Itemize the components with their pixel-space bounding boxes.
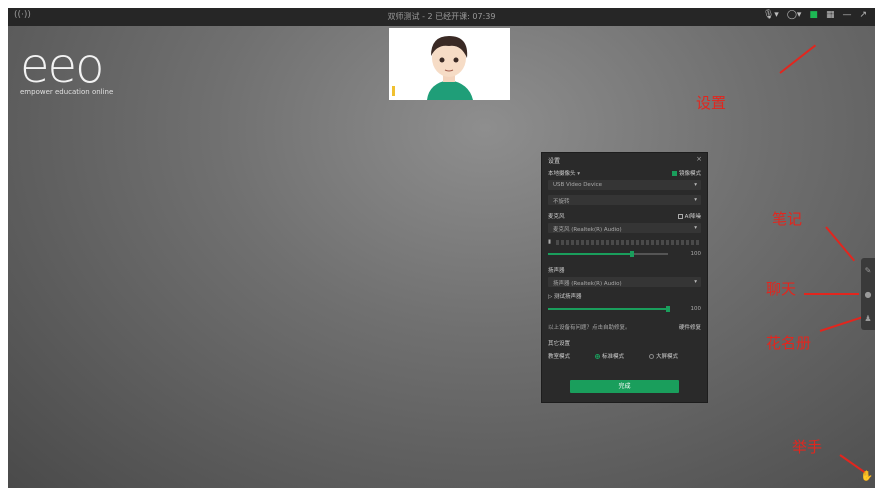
mirror-checkbox[interactable]: 镜像模式 <box>671 169 701 177</box>
mic-volume-value: 100 <box>690 251 702 257</box>
camera-device-select[interactable]: USB Video Device ▾ <box>548 180 701 190</box>
slider-fill <box>548 253 632 255</box>
slider-knob[interactable] <box>666 306 670 312</box>
teacher-video[interactable] <box>389 28 510 100</box>
speaker-device-value: 扬声器 (Realtek(R) Audio) <box>553 281 622 287</box>
done-button[interactable]: 完成 <box>570 380 679 393</box>
ai-denoise-checkbox[interactable]: AI降噪 <box>677 212 701 220</box>
logo-tagline: empower education online <box>20 88 114 96</box>
side-toolbar: ✎ ● ♟ <box>861 258 875 330</box>
radio-unselected-icon <box>649 354 654 359</box>
classroom-mode-label: 教室模式 <box>548 354 571 360</box>
annotation-arrow <box>825 226 856 262</box>
headset-icon[interactable]: ◯▾ <box>787 10 802 20</box>
standard-mode-label: 标准模式 <box>602 354 625 360</box>
camera-icon[interactable]: ■ <box>809 10 818 20</box>
class-title: 双师测试 - 2 已经开课: 07:39 <box>387 12 496 21</box>
camera-label: 本地摄像头 <box>548 171 576 177</box>
unchecked-icon <box>677 214 683 219</box>
big-screen-mode-radio[interactable]: 大屏模式 <box>649 352 678 360</box>
annotation-arrow <box>804 293 859 295</box>
annotation-chat: 聊天 <box>766 280 797 298</box>
hardware-repair-link[interactable]: 硬件修复 <box>679 323 701 331</box>
mirror-label: 镜像模式 <box>678 171 701 177</box>
chevron-down-icon: ▾ <box>694 197 697 203</box>
logo-mark: eeo <box>20 38 104 94</box>
chat-icon[interactable]: ● <box>865 290 872 299</box>
mic-icon[interactable]: 🎙▾ <box>763 10 779 20</box>
standard-mode-radio[interactable]: 标准模式 <box>595 352 624 360</box>
mic-label: 麦克风 <box>548 214 565 220</box>
expand-icon[interactable]: ↗ <box>859 10 867 20</box>
speaker-test-label: 测试扬声器 <box>553 294 582 300</box>
big-screen-mode-label: 大屏模式 <box>656 354 679 360</box>
annotation-arrow <box>779 44 817 74</box>
camera-device-value: USB Video Device <box>553 182 603 188</box>
annotation-raise-hand: 举手 <box>792 438 823 456</box>
roster-icon[interactable]: ♟ <box>864 314 871 323</box>
annotation-arrow <box>819 316 864 332</box>
settings-dialog: 设置 × 本地摄像头 ▾ 镜像模式 USB Video Device ▾ 不旋转 ▾… <box>541 152 708 403</box>
chevron-down-icon: ▾ <box>694 182 697 188</box>
chevron-down-icon: ▾ <box>694 279 697 285</box>
other-settings-label: 其它设置 <box>548 341 571 347</box>
camera-rotation-select[interactable]: 不旋转 ▾ <box>548 195 701 205</box>
eeo-logo: eeo empower education online <box>20 42 113 96</box>
grid-icon[interactable]: ▦ <box>826 10 835 20</box>
slider-knob[interactable] <box>630 251 634 257</box>
titlebar-controls: 🎙▾ ◯▾ ■ ▦ — ↗ <box>763 10 867 20</box>
cartoon-avatar-image <box>389 28 510 100</box>
speaker-label: 扬声器 <box>548 268 565 274</box>
mic-device-select[interactable]: 麦克风 (Realtek(R) Audio) ▾ <box>548 223 701 233</box>
classroom-window: ((·)) 双师测试 - 2 已经开课: 07:39 🎙▾ ◯▾ ■ ▦ — ↗… <box>8 8 875 488</box>
notes-icon[interactable]: ✎ <box>865 266 872 275</box>
classroom-mode-row: 教室模式 标准模式 大屏模式 <box>548 352 701 360</box>
repair-row: 以上设备有问题？点击自助修复。 硬件修复 <box>548 323 701 331</box>
mic-level-meter <box>556 240 701 245</box>
camera-row: 本地摄像头 ▾ 镜像模式 <box>548 169 701 177</box>
annotation-roster: 花名册 <box>766 334 812 352</box>
radio-selected-icon <box>595 354 600 359</box>
speaker-device-select[interactable]: 扬声器 (Realtek(R) Audio) ▾ <box>548 277 701 287</box>
mic-volume-slider[interactable] <box>548 251 668 257</box>
checked-icon <box>671 171 677 176</box>
speaker-test-button[interactable]: ▷ 测试扬声器 <box>548 292 701 300</box>
problem-text: 以上设备有问题？点击自助修复。 <box>548 325 631 331</box>
slider-fill <box>548 308 668 310</box>
annotation-notes: 笔记 <box>772 210 803 228</box>
close-icon[interactable]: × <box>696 155 702 163</box>
raise-hand-icon[interactable]: ✋ <box>861 471 873 482</box>
title-bar: ((·)) 双师测试 - 2 已经开课: 07:39 🎙▾ ◯▾ ■ ▦ — ↗ <box>8 8 875 26</box>
mic-device-value: 麦克风 (Realtek(R) Audio) <box>553 227 622 233</box>
mic-level-icon: ▮ <box>548 239 552 245</box>
annotation-settings: 设置 <box>696 94 727 112</box>
other-settings-row: 其它设置 <box>548 339 701 347</box>
speaker-row: 扬声器 <box>548 266 701 274</box>
speaker-volume-slider[interactable] <box>548 306 670 312</box>
ai-denoise-label: AI降噪 <box>684 214 701 220</box>
minimize-icon[interactable]: — <box>842 10 851 20</box>
camera-rotation-value: 不旋转 <box>553 199 570 205</box>
camera-dropdown-icon[interactable]: ▾ <box>577 171 580 177</box>
speaker-volume-value: 100 <box>690 306 702 312</box>
chevron-down-icon: ▾ <box>694 225 697 231</box>
dialog-title: 设置 <box>548 158 561 165</box>
mic-row: 麦克风 AI降噪 <box>548 212 701 220</box>
